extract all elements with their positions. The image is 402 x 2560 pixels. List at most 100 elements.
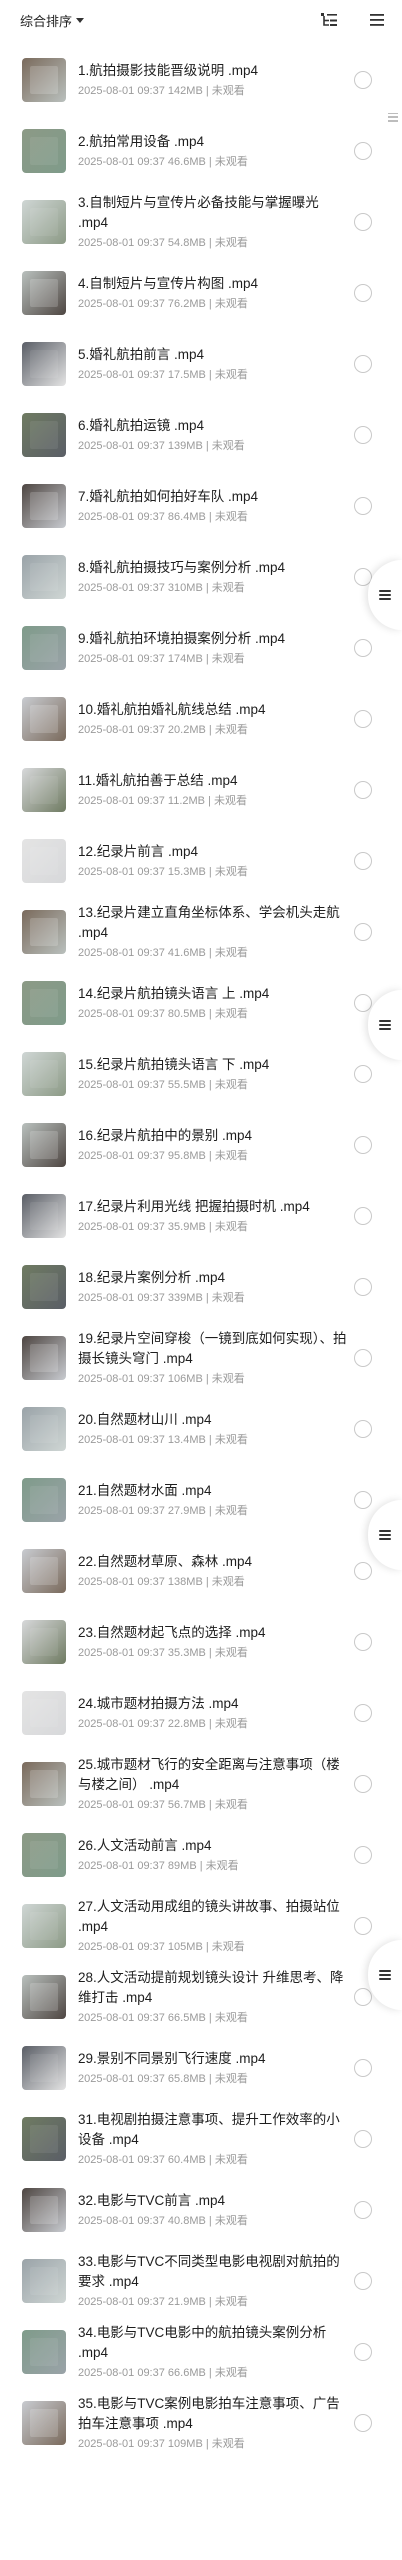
more-options-icon[interactable] <box>354 993 372 1012</box>
list-item[interactable]: 3.自制短片与宣传片必备技能与掌握曝光 .mp4 2025-08-01 09:37… <box>0 186 402 257</box>
list-item[interactable]: 17.纪录片利用光线 把握拍摄时机 .mp4 2025-08-01 09:37 3… <box>0 1180 402 1251</box>
list-item[interactable]: 12.纪录片前言 .mp4 2025-08-01 09:37 15.3MB | 未… <box>0 825 402 896</box>
more-options-icon[interactable] <box>354 1064 372 1083</box>
multi-select-icon[interactable] <box>318 9 340 31</box>
list-item[interactable]: 7.婚礼航拍如何拍好车队 .mp4 2025-08-01 09:37 86.4MB… <box>0 470 402 541</box>
list-item[interactable]: 18.纪录片案例分析 .mp4 2025-08-01 09:37 339MB | … <box>0 1251 402 1322</box>
list-item[interactable]: 29.景别不同景别飞行速度 .mp4 2025-08-01 09:37 65.8M… <box>0 2032 402 2103</box>
file-title: 33.电影与TVC不同类型电影电视剧对航拍的要求 .mp4 <box>78 2254 340 2289</box>
more-options-icon[interactable] <box>354 2271 372 2290</box>
more-options-icon[interactable] <box>354 1277 372 1296</box>
list-item[interactable]: 31.电视剧拍摄注意事项、提升工作效率的小设备 .mp4 2025-08-01 0… <box>0 2103 402 2174</box>
list-item[interactable]: 23.自然题材起飞点的选择 .mp4 2025-08-01 09:37 35.3M… <box>0 1606 402 1677</box>
file-date: 2025-08-01 09:37 <box>78 1434 165 1446</box>
list-item[interactable]: 9.婚礼航拍环境拍摄案例分析 .mp4 2025-08-01 09:37 174M… <box>0 612 402 683</box>
file-date: 2025-08-01 09:37 <box>78 2438 165 2450</box>
more-options-icon[interactable] <box>354 425 372 444</box>
file-size: 142MB <box>167 85 203 97</box>
list-item[interactable]: 22.自然题材草原、森林 .mp4 2025-08-01 09:37 138MB … <box>0 1535 402 1606</box>
video-thumbnail <box>22 2258 66 2303</box>
file-date: 2025-08-01 09:37 <box>78 1373 165 1385</box>
list-item[interactable]: 5.婚礼航拍前言 .mp4 2025-08-01 09:37 17.5MB | 未… <box>0 328 402 399</box>
list-item[interactable]: 21.自然题材水面 .mp4 2025-08-01 09:37 27.9MB | … <box>0 1464 402 1535</box>
list-item[interactable]: 27.人文活动用成组的镜头讲故事、拍摄站位 .mp4 2025-08-01 09:… <box>0 1890 402 1961</box>
list-item[interactable]: 1.航拍摄影技能晋级说明 .mp4 2025-08-01 09:37 142MB … <box>0 44 402 115</box>
list-item[interactable]: 35.电影与TVC案例电影拍车注意事项、广告拍车注意事项 .mp4 2025-08… <box>0 2387 402 2458</box>
more-options-icon[interactable] <box>354 1632 372 1651</box>
list-item[interactable]: 2.航拍常用设备 .mp4 2025-08-01 09:37 46.6MB | 未… <box>0 115 402 186</box>
list-item[interactable]: 26.人文活动前言 .mp4 2025-08-01 09:37 89MB | 未观… <box>0 1819 402 1890</box>
list-item[interactable]: 4.自制短片与宣传片构图 .mp4 2025-08-01 09:37 76.2MB… <box>0 257 402 328</box>
list-view-icon[interactable] <box>366 9 388 31</box>
watch-status: 未观看 <box>211 1292 245 1304</box>
list-item[interactable]: 33.电影与TVC不同类型电影电视剧对航拍的要求 .mp4 2025-08-01 … <box>0 2245 402 2316</box>
list-item[interactable]: 24.城市题材拍摄方法 .mp4 2025-08-01 09:37 22.8MB … <box>0 1677 402 1748</box>
more-options-icon[interactable] <box>354 1845 372 1864</box>
file-meta: 2025-08-01 09:37 142MB | 未观看 <box>78 85 245 97</box>
more-options-icon[interactable] <box>354 2200 372 2219</box>
list-item[interactable]: 34.电影与TVC电影中的航拍镜头案例分析 .mp4 2025-08-01 09:… <box>0 2316 402 2387</box>
more-options-icon[interactable] <box>354 2058 372 2077</box>
file-size: 60.4MB <box>167 2154 206 2166</box>
list-item[interactable]: 15.纪录片航拍镜头语言 下 .mp4 2025-08-01 09:37 55.5… <box>0 1038 402 1109</box>
file-title: 6.婚礼航拍运镜 .mp4 <box>78 418 205 433</box>
more-options-icon[interactable] <box>354 922 372 941</box>
more-options-icon[interactable] <box>354 2129 372 2148</box>
file-title: 34.电影与TVC电影中的航拍镜头案例分析 .mp4 <box>78 2325 327 2360</box>
more-options-icon[interactable] <box>354 2342 372 2361</box>
watch-status: 未观看 <box>214 2367 248 2379</box>
more-options-icon[interactable] <box>354 1419 372 1438</box>
list-item[interactable]: 25.城市题材飞行的安全距离与注意事项（楼与楼之间） .mp4 2025-08-0… <box>0 1748 402 1819</box>
video-thumbnail <box>22 270 66 315</box>
list-item[interactable]: 10.婚礼航拍婚礼航线总结 .mp4 2025-08-01 09:37 20.2M… <box>0 683 402 754</box>
watch-status: 未观看 <box>214 511 248 523</box>
list-item[interactable]: 14.纪录片航拍镜头语言 上 .mp4 2025-08-01 09:37 80.5… <box>0 967 402 1038</box>
more-options-icon[interactable] <box>354 141 372 160</box>
file-title: 14.纪录片航拍镜头语言 上 .mp4 <box>78 986 270 1001</box>
file-title: 25.城市题材飞行的安全距离与注意事项（楼与楼之间） .mp4 <box>78 1757 340 1792</box>
more-options-icon[interactable] <box>354 283 372 302</box>
more-options-icon[interactable] <box>354 1774 372 1793</box>
file-meta: 2025-08-01 09:37 17.5MB | 未观看 <box>78 369 248 381</box>
more-options-icon[interactable] <box>354 496 372 515</box>
more-options-icon[interactable] <box>354 1135 372 1154</box>
file-size: 310MB <box>167 582 203 594</box>
watch-status: 未观看 <box>214 1434 248 1446</box>
side-menu-hint-icon[interactable] <box>384 100 402 134</box>
more-options-icon[interactable] <box>354 709 372 728</box>
more-options-icon[interactable] <box>354 1206 372 1225</box>
more-options-icon[interactable] <box>354 638 372 657</box>
more-options-icon[interactable] <box>354 354 372 373</box>
more-options-icon[interactable] <box>354 1703 372 1722</box>
more-options-icon[interactable] <box>354 1490 372 1509</box>
list-item[interactable]: 19.纪录片空间穿梭（一镜到底如何实现）、拍摄长镜头穹门 .mp4 2025-08… <box>0 1322 402 1393</box>
file-size: 174MB <box>167 653 203 665</box>
video-thumbnail <box>22 980 66 1025</box>
sort-dropdown[interactable]: 综合排序 <box>20 11 85 30</box>
more-options-icon[interactable] <box>354 1987 372 2006</box>
watch-status: 未观看 <box>214 237 248 249</box>
list-item[interactable]: 11.婚礼航拍善于总结 .mp4 2025-08-01 09:37 11.2MB … <box>0 754 402 825</box>
file-title: 15.纪录片航拍镜头语言 下 .mp4 <box>78 1057 270 1072</box>
file-meta: 2025-08-01 09:37 20.2MB | 未观看 <box>78 724 248 736</box>
watch-status: 未观看 <box>214 1150 248 1162</box>
more-options-icon[interactable] <box>354 1561 372 1580</box>
more-options-icon[interactable] <box>354 851 372 870</box>
more-options-icon[interactable] <box>354 212 372 231</box>
more-options-icon[interactable] <box>354 1916 372 1935</box>
list-item[interactable]: 20.自然题材山川 .mp4 2025-08-01 09:37 13.4MB | … <box>0 1393 402 1464</box>
more-options-icon[interactable] <box>354 780 372 799</box>
more-options-icon[interactable] <box>354 1348 372 1367</box>
list-item[interactable]: 28.人文活动提前规划镜头设计 升维思考、降维打击 .mp4 2025-08-01… <box>0 1961 402 2032</box>
more-options-icon[interactable] <box>354 70 372 89</box>
more-options-icon[interactable] <box>354 2413 372 2432</box>
list-item[interactable]: 32.电影与TVC前言 .mp4 2025-08-01 09:37 40.8MB … <box>0 2174 402 2245</box>
file-date: 2025-08-01 09:37 <box>78 298 165 310</box>
list-item[interactable]: 6.婚礼航拍运镜 .mp4 2025-08-01 09:37 139MB | 未观… <box>0 399 402 470</box>
file-list: 1.航拍摄影技能晋级说明 .mp4 2025-08-01 09:37 142MB … <box>0 44 402 2458</box>
file-size: 35.3MB <box>167 1647 206 1659</box>
list-item[interactable]: 8.婚礼航拍摄技巧与案例分析 .mp4 2025-08-01 09:37 310M… <box>0 541 402 612</box>
list-item[interactable]: 13.纪录片建立直角坐标体系、学会机头走航 .mp4 2025-08-01 09:… <box>0 896 402 967</box>
list-item[interactable]: 16.纪录片航拍中的景别 .mp4 2025-08-01 09:37 95.8MB… <box>0 1109 402 1180</box>
watch-status: 未观看 <box>211 440 245 452</box>
